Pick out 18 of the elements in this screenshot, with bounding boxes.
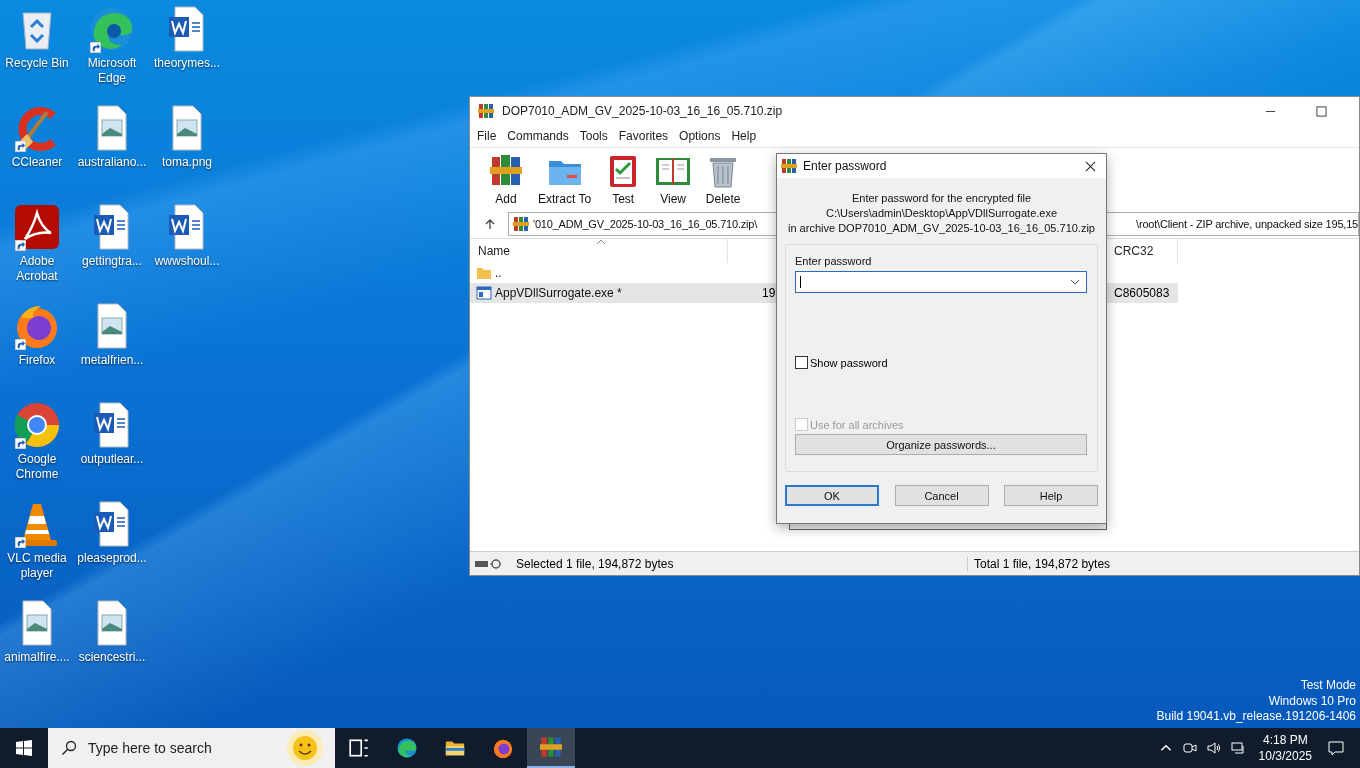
system-notice-text: Windows 10 Pro xyxy=(1268,693,1356,709)
window-title: DOP7010_ADM_GV_2025-10-03_16_16_05.710.zip xyxy=(502,104,783,118)
checkbox-label: Show password xyxy=(810,356,888,369)
dialog-message: Enter password for the encrypted file xyxy=(851,191,1032,206)
status-text: Selected 1 file, 194,872 bytes xyxy=(516,556,968,571)
checkbox-label: Use for all archives xyxy=(810,418,904,431)
dialog-message: in archive DOP7010_ADM_GV_2025-10-03_16_16_05.710.zip xyxy=(788,221,1095,236)
system-notice-text: Build 19041.vb_release.191206-1406 xyxy=(1156,709,1356,725)
status-text: Total 1 file, 194,872 bytes xyxy=(973,556,1111,571)
dialog-title: Enter password xyxy=(803,159,887,173)
system-notice-text: Test Mode xyxy=(1300,678,1356,694)
address-text: '010_ADM_GV_2025-10-03_16_16_05.710.zip\ xyxy=(533,218,758,230)
file-size: 19 xyxy=(762,286,776,300)
file-name: AppVDllSurrogate.exe * xyxy=(495,286,622,300)
address-text: \root\Client - ZIP archive, unpacked size 195,15 xyxy=(1136,218,1358,230)
file-crc: C8605083 xyxy=(1114,286,1170,300)
field-label: Enter password xyxy=(795,255,873,267)
file-name: .. xyxy=(495,266,502,280)
